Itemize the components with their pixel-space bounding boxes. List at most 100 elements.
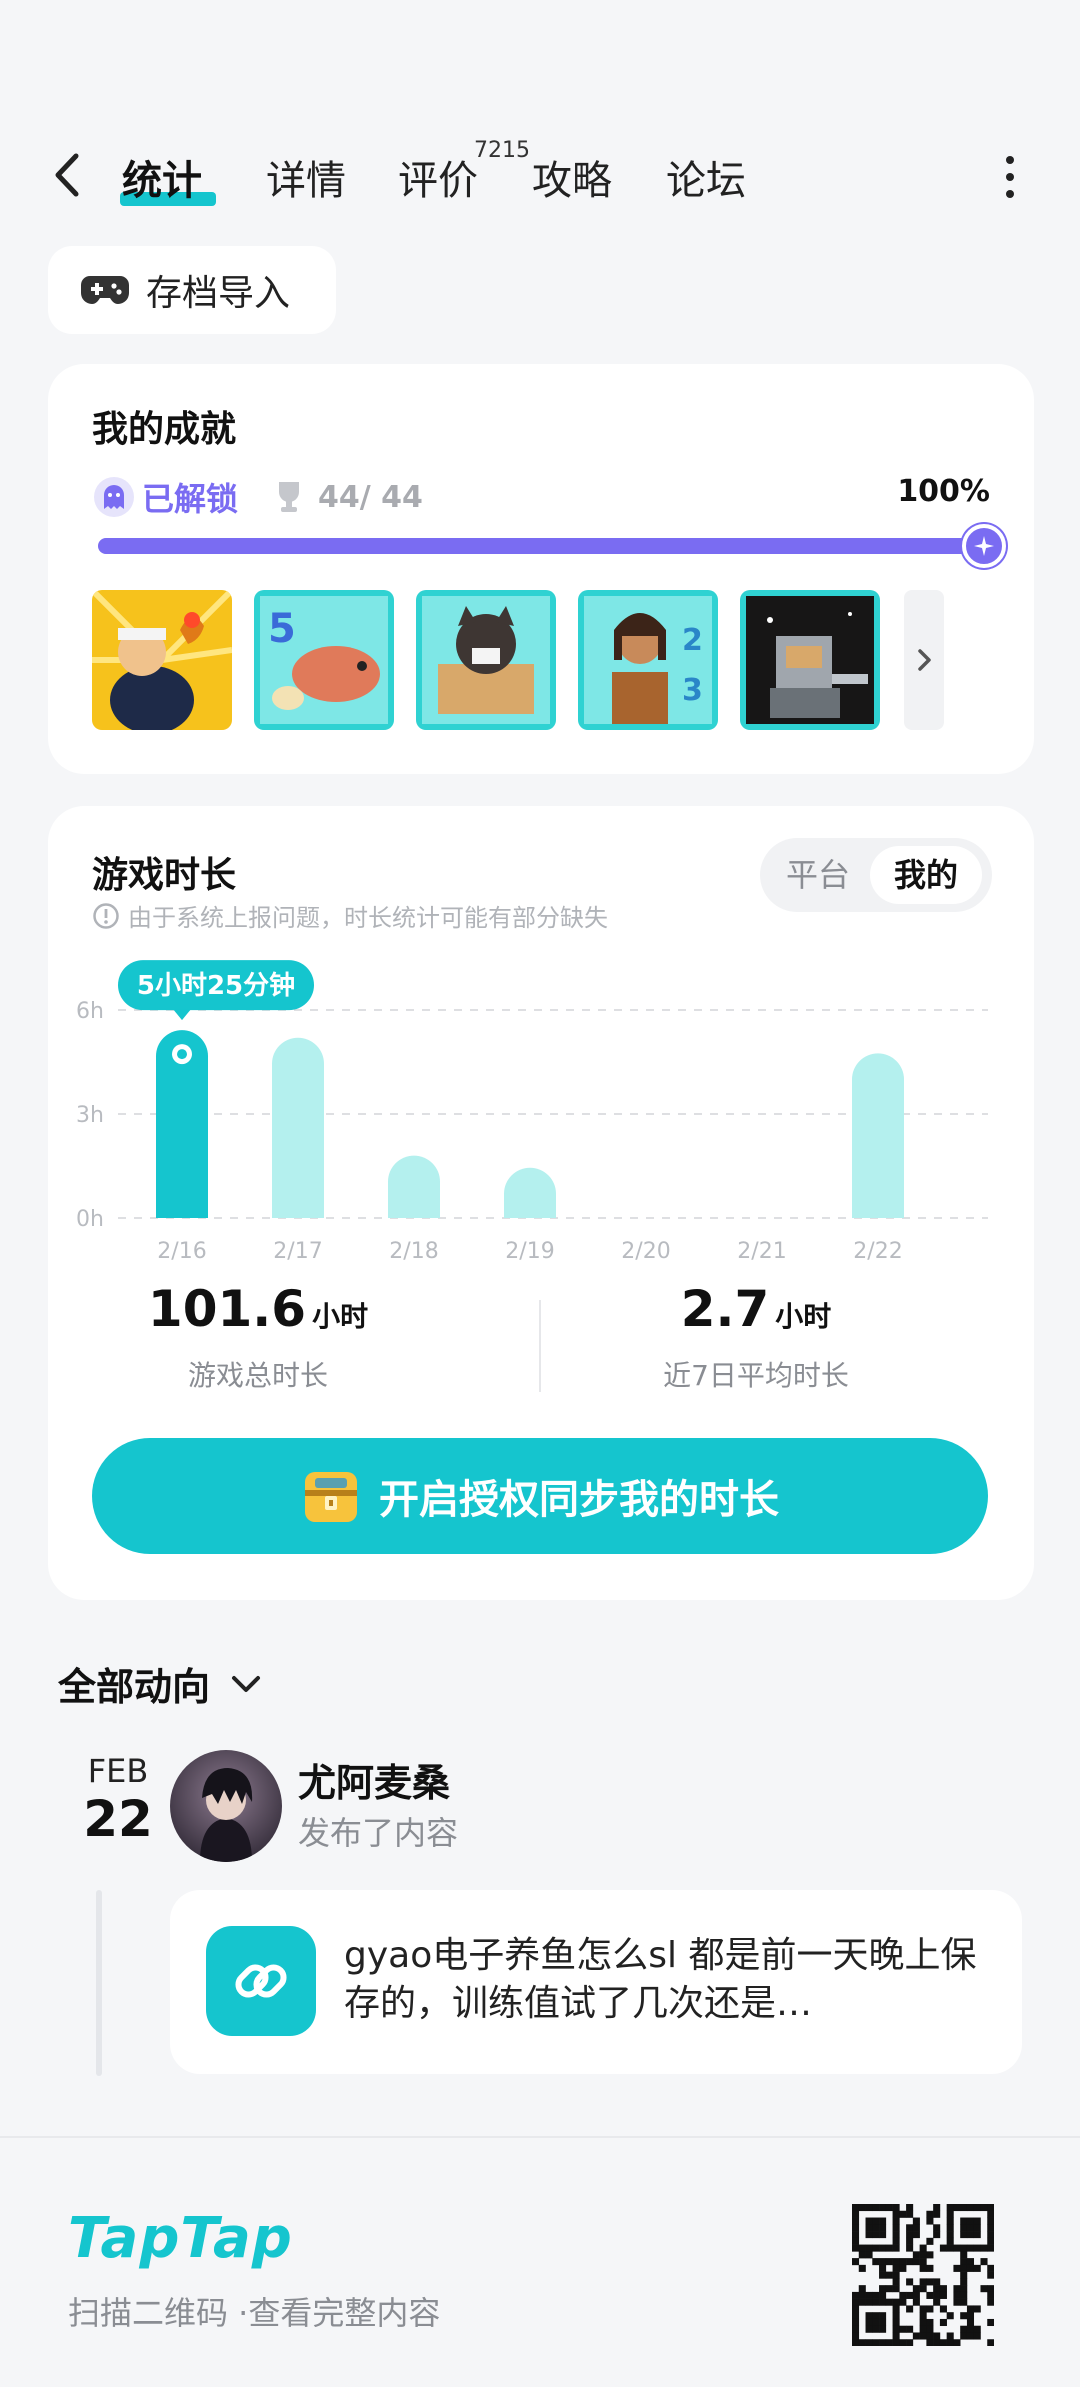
chart-bar-marker-center [177, 1049, 187, 1060]
qr-code [852, 2204, 994, 2346]
chart-x-tick: 2/17 [273, 1239, 322, 1264]
total-playtime-value: 101.6 [147, 1280, 307, 1338]
feed-date-month: FEB [87, 1752, 149, 1790]
chart-tooltip-pointer [173, 1009, 191, 1021]
tab-forum[interactable]: 论坛 [666, 148, 746, 206]
svg-text:3: 3 [682, 673, 703, 708]
feed-header-label: 全部动向 [58, 1665, 211, 1709]
import-save-label: 存档导入 [146, 273, 291, 314]
achievement-progress-bar [98, 524, 1006, 568]
playtime-note: 由于系统上报问题，时长统计可能有部分缺失 [92, 898, 608, 933]
achievement-badge[interactable]: 5 [254, 590, 394, 730]
tab-details[interactable]: 详情 [266, 148, 346, 206]
chart-x-tick: 2/22 [853, 1239, 902, 1264]
toggle-mine[interactable]: 我的 [870, 846, 982, 904]
feed-date: FEB 22 [58, 1752, 178, 1848]
user-avatar-image [170, 1750, 282, 1862]
toggle-platform[interactable]: 平台 [772, 846, 864, 904]
achievement-percent: 100% [897, 474, 990, 509]
feed-filter-dropdown[interactable]: 全部动向 [58, 1656, 264, 1711]
post-text: gyao电子养鱼怎么sl 都是前一天晚上保存的，训练值试了几次还是… [344, 1935, 977, 2024]
trophy-icon [279, 482, 300, 512]
achievement-badge[interactable] [416, 590, 556, 730]
badge-astronaut-icon [740, 590, 880, 730]
badges-more-button[interactable] [904, 590, 944, 730]
import-save-button[interactable]: 存档导入 [48, 246, 336, 334]
chart-tooltip-label: 5小时25分钟 [137, 970, 295, 1001]
tab-stats[interactable]: 统计 [122, 148, 202, 206]
svg-text:2: 2 [682, 623, 703, 658]
more-vertical-icon [1006, 156, 1014, 198]
chevron-down-icon [232, 1675, 261, 1692]
feed-date-day: 22 [83, 1790, 153, 1848]
chart-x-tick: 2/19 [505, 1239, 554, 1264]
qr-code-image [852, 2204, 994, 2346]
chart-x-tick: 2/16 [157, 1239, 206, 1264]
chart-y-tick: 0h [76, 1207, 104, 1232]
achievement-badge[interactable] [740, 590, 880, 730]
feed-user-name[interactable]: 尤阿麦桑 [298, 1752, 450, 1807]
chart-y-tick: 6h [76, 999, 104, 1024]
ghost-badge-icon [94, 477, 134, 517]
achievements-card[interactable]: 我的成就 已解锁 44/ 44 100% 5 2 3 [48, 364, 1034, 774]
unlocked-label: 已解锁 [142, 480, 239, 518]
tab-guides[interactable]: 攻略 [532, 148, 612, 206]
top-nav: 统计 详情 评价 7215 攻略 论坛 [0, 130, 1080, 220]
treasure-chest-icon [305, 1472, 357, 1522]
total-playtime-stat: 101.6 小时 游戏总时长 [48, 1280, 468, 1394]
total-playtime-label: 游戏总时长 [187, 1359, 328, 1392]
badge-warrior-icon: 2 3 [578, 590, 718, 730]
chart-y-tick: 3h [76, 1103, 104, 1128]
chart-bar[interactable] [504, 1167, 556, 1218]
achievement-badge[interactable]: 2 3 [578, 590, 718, 730]
post-link-badge [206, 1926, 316, 2036]
average-playtime-unit: 小时 [775, 1300, 832, 1333]
footer: TapTap 扫描二维码 ·查看完整内容 [0, 2136, 1080, 2387]
badge-fish-icon: 5 [254, 590, 394, 730]
badge-chef-icon [92, 590, 232, 730]
total-playtime-unit: 小时 [312, 1300, 369, 1333]
sparkle-icon [974, 536, 994, 556]
playtime-chart: 0h 3h 6h 5小时25分钟 2/16 2/17 2/18 2/19 2/20 2/21 2/2… [48, 946, 1034, 1286]
feed-user-action: 发布了内容 [298, 1814, 459, 1852]
chart-x-tick: 2/21 [737, 1239, 786, 1264]
playtime-bar-chart: 0h 3h 6h 5小时25分钟 2/16 2/17 2/18 2/19 2/20 2/21 2/2… [76, 960, 988, 1264]
chart-x-tick: 2/18 [389, 1239, 438, 1264]
chart-x-tick: 2/20 [621, 1239, 670, 1264]
avatar[interactable] [170, 1750, 282, 1862]
average-playtime-stat: 2.7 小时 近7日平均时长 [546, 1280, 966, 1394]
gamepad-icon [81, 276, 129, 304]
info-icon [93, 902, 119, 929]
average-playtime-label: 近7日平均时长 [663, 1359, 849, 1392]
chart-bar[interactable] [272, 1037, 324, 1218]
back-button[interactable] [48, 150, 88, 200]
sync-playtime-label: 开启授权同步我的时长 [379, 1477, 779, 1523]
stat-divider [539, 1300, 541, 1392]
tab-reviews[interactable]: 评价 [398, 148, 478, 206]
more-menu-button[interactable] [996, 152, 1024, 202]
playtime-card: 游戏时长 由于系统上报问题，时长统计可能有部分缺失 平台 我的 0h 3h 6h 5小… [48, 806, 1034, 1600]
sync-playtime-button[interactable]: 开启授权同步我的时长 [92, 1438, 988, 1554]
chart-bar[interactable] [852, 1053, 904, 1218]
footer-subtitle: 扫描二维码 ·查看完整内容 [68, 2294, 441, 2332]
link-icon [235, 1964, 287, 1998]
achievement-count: 44/ 44 [318, 479, 423, 515]
achievement-badge[interactable] [92, 590, 232, 730]
achievements-title: 我的成就 [92, 409, 237, 450]
badge-cat-icon [416, 590, 556, 730]
average-playtime-value: 2.7 [680, 1280, 770, 1338]
playtime-title: 游戏时长 [92, 855, 237, 896]
review-count-badge: 7215 [474, 138, 530, 163]
taptap-logo: TapTap [68, 2206, 293, 2271]
chevron-left-icon [55, 153, 79, 197]
chart-bar[interactable] [388, 1155, 440, 1218]
source-toggle: 平台 我的 [760, 838, 992, 912]
timeline-bar [96, 1890, 102, 2076]
achievement-progress-fill [98, 538, 988, 554]
progress-star-knob [962, 524, 1006, 568]
svg-text:5: 5 [268, 606, 296, 652]
post-card[interactable]: gyao电子养鱼怎么sl 都是前一天晚上保存的，训练值试了几次还是… [170, 1890, 1022, 2074]
playtime-note-text: 由于系统上报问题，时长统计可能有部分缺失 [128, 904, 608, 932]
chevron-right-icon [918, 649, 931, 671]
unlock-status: 已解锁 44/ 44 [92, 474, 423, 520]
